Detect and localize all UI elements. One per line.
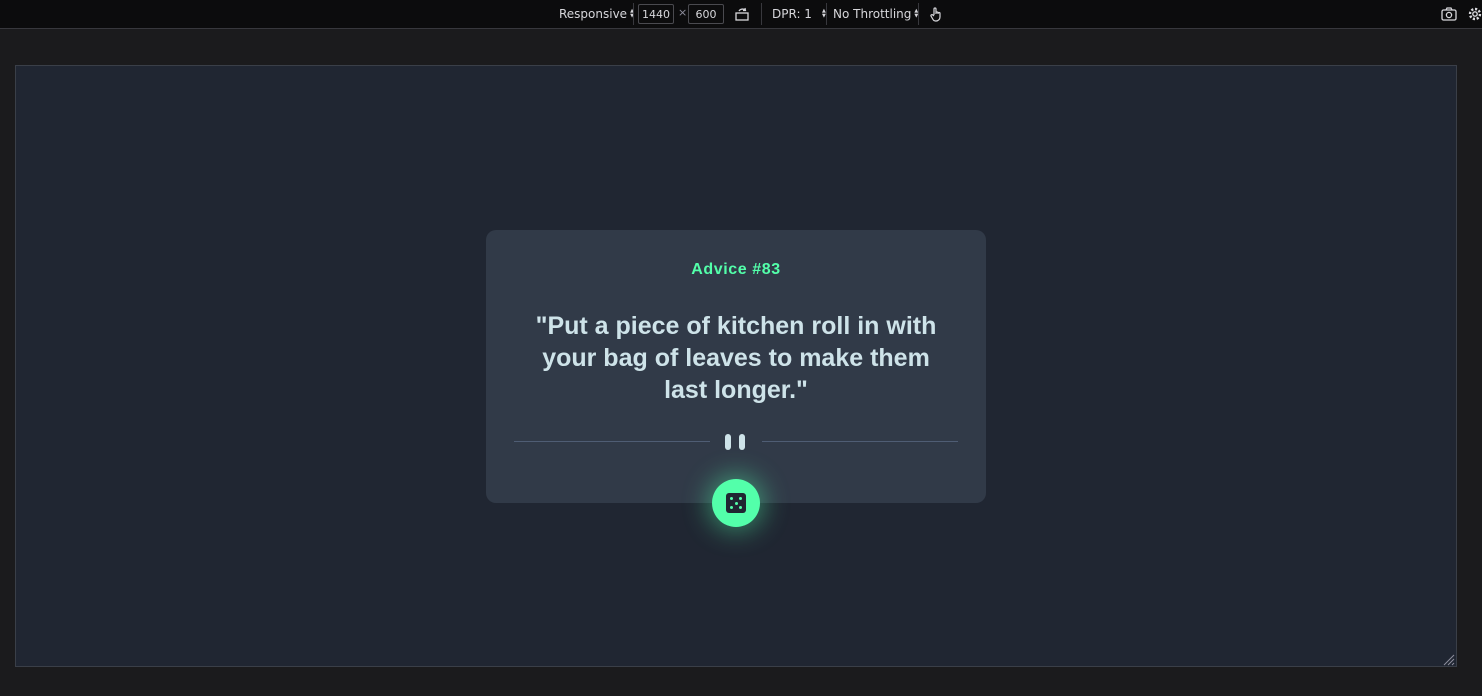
toolbar-separator <box>633 3 634 25</box>
toolbar-separator <box>826 3 827 25</box>
throttling-select[interactable]: No Throttling ▲ ▼ <box>833 0 918 28</box>
rotate-icon[interactable] <box>733 5 751 23</box>
throttling-select-label: No Throttling <box>833 7 912 21</box>
generate-advice-button[interactable] <box>712 479 760 527</box>
devtools-toolbar: Responsive ▲ ▼ 1440 × 600 DPR: 1 ▲ ▼ No Th… <box>0 0 1482 29</box>
viewport-height-input[interactable]: 600 <box>688 4 724 24</box>
advice-card: Advice #83 "Put a piece of kitchen roll … <box>486 230 986 527</box>
toolbar-separator <box>761 3 762 25</box>
dpr-select-label: DPR: 1 <box>772 7 812 21</box>
dimension-times-sign: × <box>678 6 688 19</box>
responsive-viewport: Advice #83 "Put a piece of kitchen roll … <box>15 65 1457 667</box>
pause-icon <box>725 434 747 450</box>
advice-quote: "Put a piece of kitchen roll in with you… <box>535 312 937 404</box>
viewport-resize-handle[interactable] <box>1441 651 1455 666</box>
viewport-width-input[interactable]: 1440 <box>638 4 674 24</box>
device-select-label: Responsive <box>559 7 628 21</box>
pattern-divider <box>514 434 958 450</box>
advice-title: Advice #83 <box>691 261 781 278</box>
divider-line-right <box>762 441 958 442</box>
gear-icon[interactable] <box>1466 5 1482 23</box>
divider-line-left <box>514 441 710 442</box>
touch-icon[interactable] <box>927 5 945 23</box>
camera-icon[interactable] <box>1440 5 1458 23</box>
device-select[interactable]: Responsive ▲ ▼ <box>559 0 634 28</box>
toolbar-separator <box>918 3 919 25</box>
dpr-select[interactable]: DPR: 1 ▲ ▼ <box>772 0 826 28</box>
dice-icon <box>726 493 746 513</box>
